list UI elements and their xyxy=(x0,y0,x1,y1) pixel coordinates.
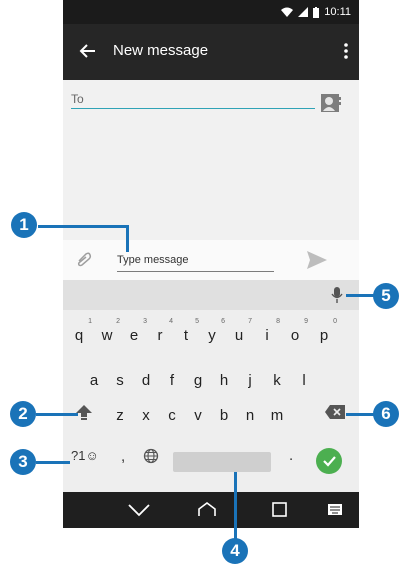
key-n[interactable]: n xyxy=(239,407,261,424)
clock: 10:11 xyxy=(324,6,351,18)
callout-4: 4 xyxy=(222,538,248,564)
key-z[interactable]: z xyxy=(109,407,131,424)
key-o[interactable]: o9 xyxy=(284,318,308,344)
callout-5-line xyxy=(346,294,376,297)
callout-1-line-vert xyxy=(126,225,129,252)
key-k[interactable]: k xyxy=(266,372,288,389)
symbols-key[interactable]: ?1☺ xyxy=(71,448,99,463)
home-icon[interactable] xyxy=(187,492,227,528)
key-t[interactable]: t5 xyxy=(175,318,199,344)
key-a[interactable]: a xyxy=(83,372,105,389)
chevron-down-icon[interactable] xyxy=(119,492,159,528)
to-field[interactable]: To xyxy=(71,92,84,106)
status-bar: 10:11 xyxy=(63,0,359,24)
navigation-bar xyxy=(63,492,359,528)
key-y[interactable]: y6 xyxy=(201,318,225,344)
callout-2: 2 xyxy=(10,401,36,427)
key-s[interactable]: s xyxy=(109,372,131,389)
key-f[interactable]: f xyxy=(161,372,183,389)
callout-3: 3 xyxy=(10,449,36,475)
key-p[interactable]: p0 xyxy=(313,318,337,344)
compose-bar: Type message xyxy=(63,240,359,280)
overflow-menu-icon[interactable] xyxy=(343,40,349,62)
key-r[interactable]: r4 xyxy=(149,318,174,344)
key-m[interactable]: m xyxy=(266,407,288,424)
battery-icon xyxy=(313,6,320,18)
shift-icon[interactable] xyxy=(74,402,94,422)
backspace-icon[interactable] xyxy=(325,405,345,419)
wifi-icon xyxy=(281,7,294,17)
recipient-area: To xyxy=(63,80,359,240)
key-w[interactable]: w2 xyxy=(96,318,120,344)
key-j[interactable]: j xyxy=(239,372,261,389)
key-x[interactable]: x xyxy=(135,407,157,424)
key-v[interactable]: v xyxy=(187,407,209,424)
square-icon[interactable] xyxy=(259,492,299,528)
key-l[interactable]: l xyxy=(293,372,315,389)
message-underline xyxy=(117,271,274,272)
callout-6-line xyxy=(346,413,376,416)
paperclip-icon[interactable] xyxy=(75,250,93,268)
key-u[interactable]: u7 xyxy=(228,318,252,344)
keyboard: q1 w2 e3 r4 t5 y6 u7 i8 o9 p0 a s d f g … xyxy=(63,280,359,492)
space-bar[interactable] xyxy=(173,452,271,472)
signal-icon xyxy=(298,7,309,17)
key-d[interactable]: d xyxy=(135,372,157,389)
callout-1-line xyxy=(38,225,128,228)
to-underline xyxy=(71,108,315,109)
callout-6: 6 xyxy=(373,401,399,427)
contact-card-icon[interactable] xyxy=(320,92,342,114)
page-title: New message xyxy=(113,42,209,59)
suggestion-strip xyxy=(63,280,359,310)
app-bar: New message xyxy=(63,24,359,80)
keyboard-icon[interactable] xyxy=(315,492,355,528)
callout-1: 1 xyxy=(11,212,37,238)
globe-icon[interactable] xyxy=(143,448,159,464)
period-key[interactable]: . xyxy=(289,447,293,464)
key-b[interactable]: b xyxy=(213,407,235,424)
phone-screen: 10:11 New message To Type message q 1 w … xyxy=(63,0,359,528)
callout-3-line xyxy=(36,461,70,464)
key-h[interactable]: h xyxy=(213,372,235,389)
callout-5: 5 xyxy=(373,283,399,309)
comma-key[interactable]: , xyxy=(121,448,125,465)
callout-4-line xyxy=(234,472,237,544)
enter-key[interactable] xyxy=(316,448,342,474)
checkmark-icon xyxy=(323,456,336,467)
callout-2-line xyxy=(36,413,78,416)
key-c[interactable]: c xyxy=(161,407,183,424)
key-i[interactable]: i8 xyxy=(256,318,280,344)
arrow-left-icon[interactable] xyxy=(77,40,99,62)
key-q[interactable]: q1 xyxy=(68,318,92,344)
send-icon[interactable] xyxy=(305,248,329,272)
microphone-icon[interactable] xyxy=(331,286,343,304)
key-g[interactable]: g xyxy=(187,372,209,389)
key-e[interactable]: e3 xyxy=(123,318,147,344)
message-input[interactable]: Type message xyxy=(117,254,189,266)
